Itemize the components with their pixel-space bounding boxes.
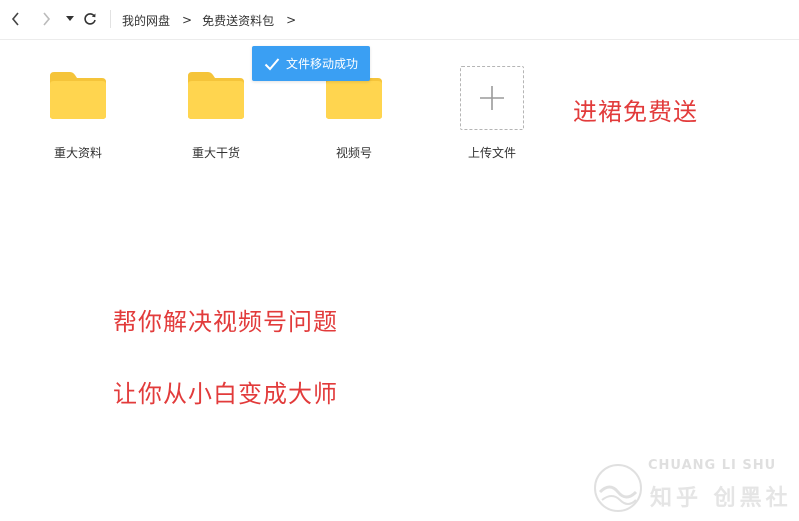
refresh-icon xyxy=(84,13,96,25)
breadcrumb-separator[interactable]: > xyxy=(286,13,296,27)
watermark-cn-text: 知乎 创黑社 xyxy=(650,486,792,511)
forward-button[interactable] xyxy=(36,9,56,29)
toast-text: 文件移动成功 xyxy=(286,57,359,71)
folder-label: 重大资料 xyxy=(53,146,102,160)
breadcrumb-item-my-drive[interactable]: 我的网盘 xyxy=(122,12,170,29)
upload-label[interactable]: 上传文件 xyxy=(437,144,547,161)
check-icon xyxy=(264,57,280,70)
folder-label: 重大干货 xyxy=(191,146,240,160)
breadcrumb: 我的网盘 > 免费送资料包 > xyxy=(122,11,306,29)
refresh-button[interactable] xyxy=(80,9,100,29)
toolbar-divider xyxy=(110,10,111,28)
promo-text-line1: 进裙免费送 xyxy=(573,98,698,126)
chevron-left-icon xyxy=(11,12,19,26)
plus-icon xyxy=(480,86,504,110)
breadcrumb-item-free-pack[interactable]: 免费送资料包 xyxy=(202,12,274,29)
promo-text-line3: 让你从小白变成大师 xyxy=(113,380,338,408)
folder-icon xyxy=(50,72,106,119)
chevron-right-icon xyxy=(43,12,51,26)
promo-text-line2: 帮你解决视频号问题 xyxy=(113,308,338,336)
watermark: CHUANG LI SHU 知乎 创黑社 xyxy=(592,456,796,518)
watermark-en-text: CHUANG LI SHU xyxy=(648,458,777,473)
folder-label: 视频号 xyxy=(335,146,372,160)
history-dropdown-button[interactable] xyxy=(60,9,80,29)
watermark-logo-icon xyxy=(594,464,642,512)
upload-button[interactable] xyxy=(460,66,524,130)
toolbar: 我的网盘 > 免费送资料包 > xyxy=(0,0,799,40)
toast-notification: 文件移动成功 xyxy=(252,46,370,81)
caret-down-icon xyxy=(66,16,74,21)
folder-item[interactable]: 重大资料 xyxy=(23,60,133,170)
breadcrumb-separator: > xyxy=(182,13,193,27)
back-button[interactable] xyxy=(6,9,26,29)
folder-icon xyxy=(188,72,244,119)
